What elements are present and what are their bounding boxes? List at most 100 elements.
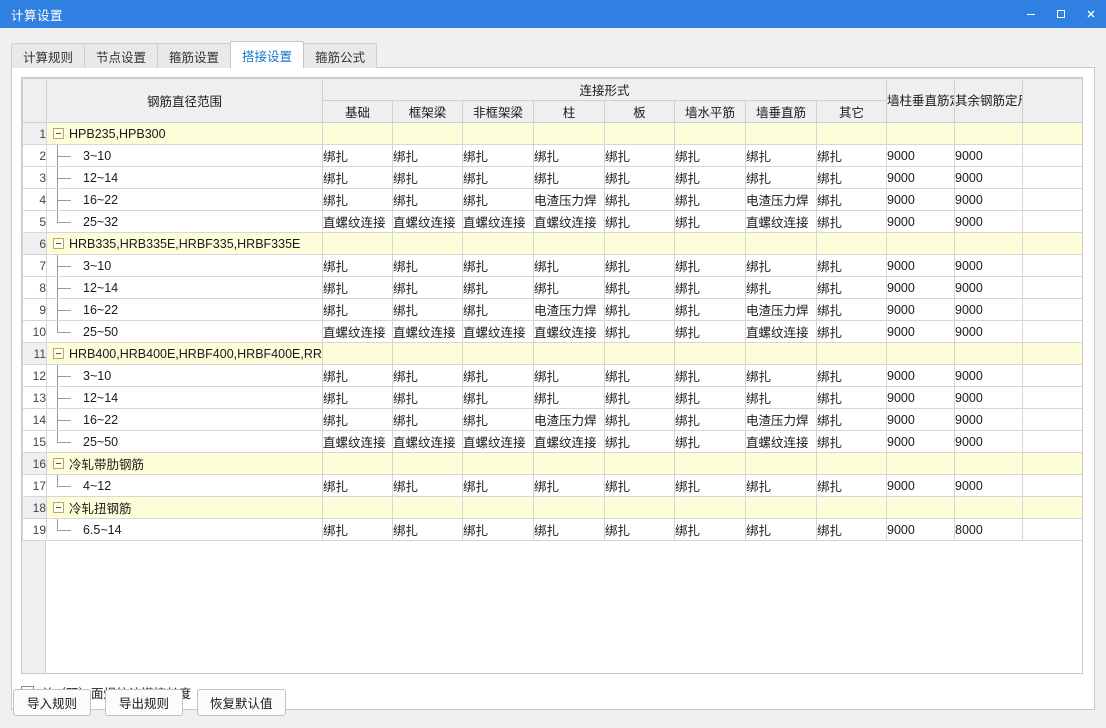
cell-connection-type[interactable]: 绑扎 [604,144,675,167]
cell-connection-type[interactable] [322,342,393,365]
cell-connection-type[interactable]: 绑扎 [604,364,675,387]
table-row[interactable]: 13 12~14 绑扎 绑扎 绑扎 绑扎 绑扎 绑扎 绑扎 绑扎 9000 9000 [22,386,1082,409]
row-name-cell[interactable]: 16~22 [46,408,323,431]
cell-connection-type[interactable]: 直螺纹连接 [745,430,817,453]
cell-connection-type[interactable] [745,122,817,145]
cell-connection-type[interactable]: 绑扎 [462,188,534,211]
button-0[interactable]: 导入规则 [13,689,91,716]
cell-connection-type[interactable]: 绑扎 [533,386,605,409]
cell-connection-type[interactable]: 绑扎 [322,188,393,211]
cell-connection-type[interactable]: 直螺纹连接 [322,210,393,233]
cell-connection-type[interactable]: 绑扎 [322,364,393,387]
cell-connection-type[interactable]: 绑扎 [604,386,675,409]
cell-connection-type[interactable] [604,342,675,365]
row-name-cell[interactable]: 3~10 [46,364,323,387]
cell-connection-type[interactable]: 绑扎 [322,474,393,497]
tab-2[interactable]: 箍筋设置 [157,43,232,68]
header-sub-1[interactable]: 框架梁 [392,100,463,123]
table-row[interactable]: 11 HRB400,HRB400E,HRBF400,HRBF400E,RR... [22,342,1082,365]
cell-fixed-length[interactable] [954,452,1024,475]
cell-connection-type[interactable]: 绑扎 [533,166,605,189]
cell-connection-type[interactable] [674,342,746,365]
cell-connection-type[interactable] [674,496,746,519]
cell-fixed-length[interactable] [886,232,956,255]
cell-connection-type[interactable] [533,122,605,145]
cell-fixed-length[interactable]: 9000 [886,408,956,431]
cell-connection-type[interactable]: 绑扎 [674,188,746,211]
row-name-cell[interactable]: 25~50 [46,430,323,453]
cell-fixed-length[interactable]: 9000 [954,474,1024,497]
cell-connection-type[interactable]: 绑扎 [745,518,817,541]
row-name-cell[interactable]: 16~22 [46,298,323,321]
table-row[interactable]: 3 12~14 绑扎 绑扎 绑扎 绑扎 绑扎 绑扎 绑扎 绑扎 9000 9000 [22,166,1082,189]
header-other-rebar-fixed-length[interactable]: 其余钢筋定尺 [954,78,1024,123]
cell-connection-type[interactable]: 电渣压力焊 [533,298,605,321]
cell-connection-type[interactable]: 绑扎 [815,364,888,387]
cell-connection-type[interactable]: 绑扎 [674,320,746,343]
cell-connection-type[interactable]: 绑扎 [322,144,393,167]
cell-connection-type[interactable]: 绑扎 [674,210,746,233]
cell-connection-type[interactable] [322,122,393,145]
collapse-icon[interactable] [48,124,70,144]
cell-connection-type[interactable]: 绑扎 [392,364,463,387]
table-row[interactable]: 17 4~12 绑扎 绑扎 绑扎 绑扎 绑扎 绑扎 绑扎 绑扎 9000 9000 [22,474,1082,497]
cell-fixed-length[interactable]: 9000 [954,408,1024,431]
cell-connection-type[interactable]: 绑扎 [462,298,534,321]
cell-fixed-length[interactable] [886,122,956,145]
cell-connection-type[interactable]: 绑扎 [322,166,393,189]
cell-connection-type[interactable] [815,232,888,255]
tab-4[interactable]: 箍筋公式 [303,43,378,68]
cell-connection-type[interactable]: 绑扎 [322,276,393,299]
cell-connection-type[interactable]: 绑扎 [322,408,393,431]
header-sub-2[interactable]: 非框架梁 [462,100,534,123]
cell-connection-type[interactable]: 绑扎 [604,298,675,321]
header-sub-4[interactable]: 板 [604,100,675,123]
minus-icon[interactable] [52,128,64,139]
cell-connection-type[interactable]: 绑扎 [392,144,463,167]
cell-connection-type[interactable] [392,342,463,365]
cell-connection-type[interactable]: 绑扎 [604,254,675,277]
cell-connection-type[interactable]: 绑扎 [392,408,463,431]
cell-connection-type[interactable]: 绑扎 [533,144,605,167]
cell-connection-type[interactable]: 直螺纹连接 [533,320,605,343]
cell-connection-type[interactable]: 绑扎 [815,430,888,453]
cell-fixed-length[interactable]: 9000 [886,430,956,453]
cell-connection-type[interactable]: 绑扎 [745,166,817,189]
cell-connection-type[interactable]: 绑扎 [462,408,534,431]
cell-connection-type[interactable] [815,496,888,519]
cell-connection-type[interactable] [462,122,534,145]
header-sub-5[interactable]: 墙水平筋 [674,100,746,123]
cell-connection-type[interactable]: 直螺纹连接 [462,210,534,233]
row-name-cell[interactable]: 冷轧扭钢筋 [46,496,323,519]
maximize-button[interactable] [1046,0,1076,28]
cell-connection-type[interactable]: 绑扎 [674,364,746,387]
cell-fixed-length[interactable] [954,232,1024,255]
cell-connection-type[interactable] [815,122,888,145]
cell-connection-type[interactable]: 绑扎 [674,144,746,167]
cell-connection-type[interactable]: 绑扎 [674,166,746,189]
header-sub-7[interactable]: 其它 [815,100,888,123]
row-name-cell[interactable]: 12~14 [46,386,323,409]
row-name-cell[interactable]: 16~22 [46,188,323,211]
cell-connection-type[interactable]: 绑扎 [392,276,463,299]
cell-connection-type[interactable]: 直螺纹连接 [322,430,393,453]
header-sub-3[interactable]: 柱 [533,100,605,123]
table-row[interactable]: 7 3~10 绑扎 绑扎 绑扎 绑扎 绑扎 绑扎 绑扎 绑扎 9000 9000 [22,254,1082,277]
cell-fixed-length[interactable] [886,496,956,519]
minus-icon[interactable] [52,502,64,513]
cell-fixed-length[interactable] [886,342,956,365]
cell-connection-type[interactable]: 绑扎 [674,298,746,321]
cell-fixed-length[interactable]: 9000 [954,298,1024,321]
cell-connection-type[interactable]: 绑扎 [745,474,817,497]
cell-connection-type[interactable] [392,122,463,145]
cell-connection-type[interactable]: 绑扎 [462,254,534,277]
cell-connection-type[interactable]: 直螺纹连接 [533,430,605,453]
cell-connection-type[interactable] [674,122,746,145]
cell-connection-type[interactable]: 绑扎 [392,474,463,497]
row-name-cell[interactable]: 3~10 [46,254,323,277]
cell-connection-type[interactable]: 直螺纹连接 [392,210,463,233]
cell-connection-type[interactable]: 绑扎 [604,518,675,541]
cell-fixed-length[interactable]: 9000 [954,254,1024,277]
cell-connection-type[interactable]: 绑扎 [322,254,393,277]
row-name-cell[interactable]: 4~12 [46,474,323,497]
